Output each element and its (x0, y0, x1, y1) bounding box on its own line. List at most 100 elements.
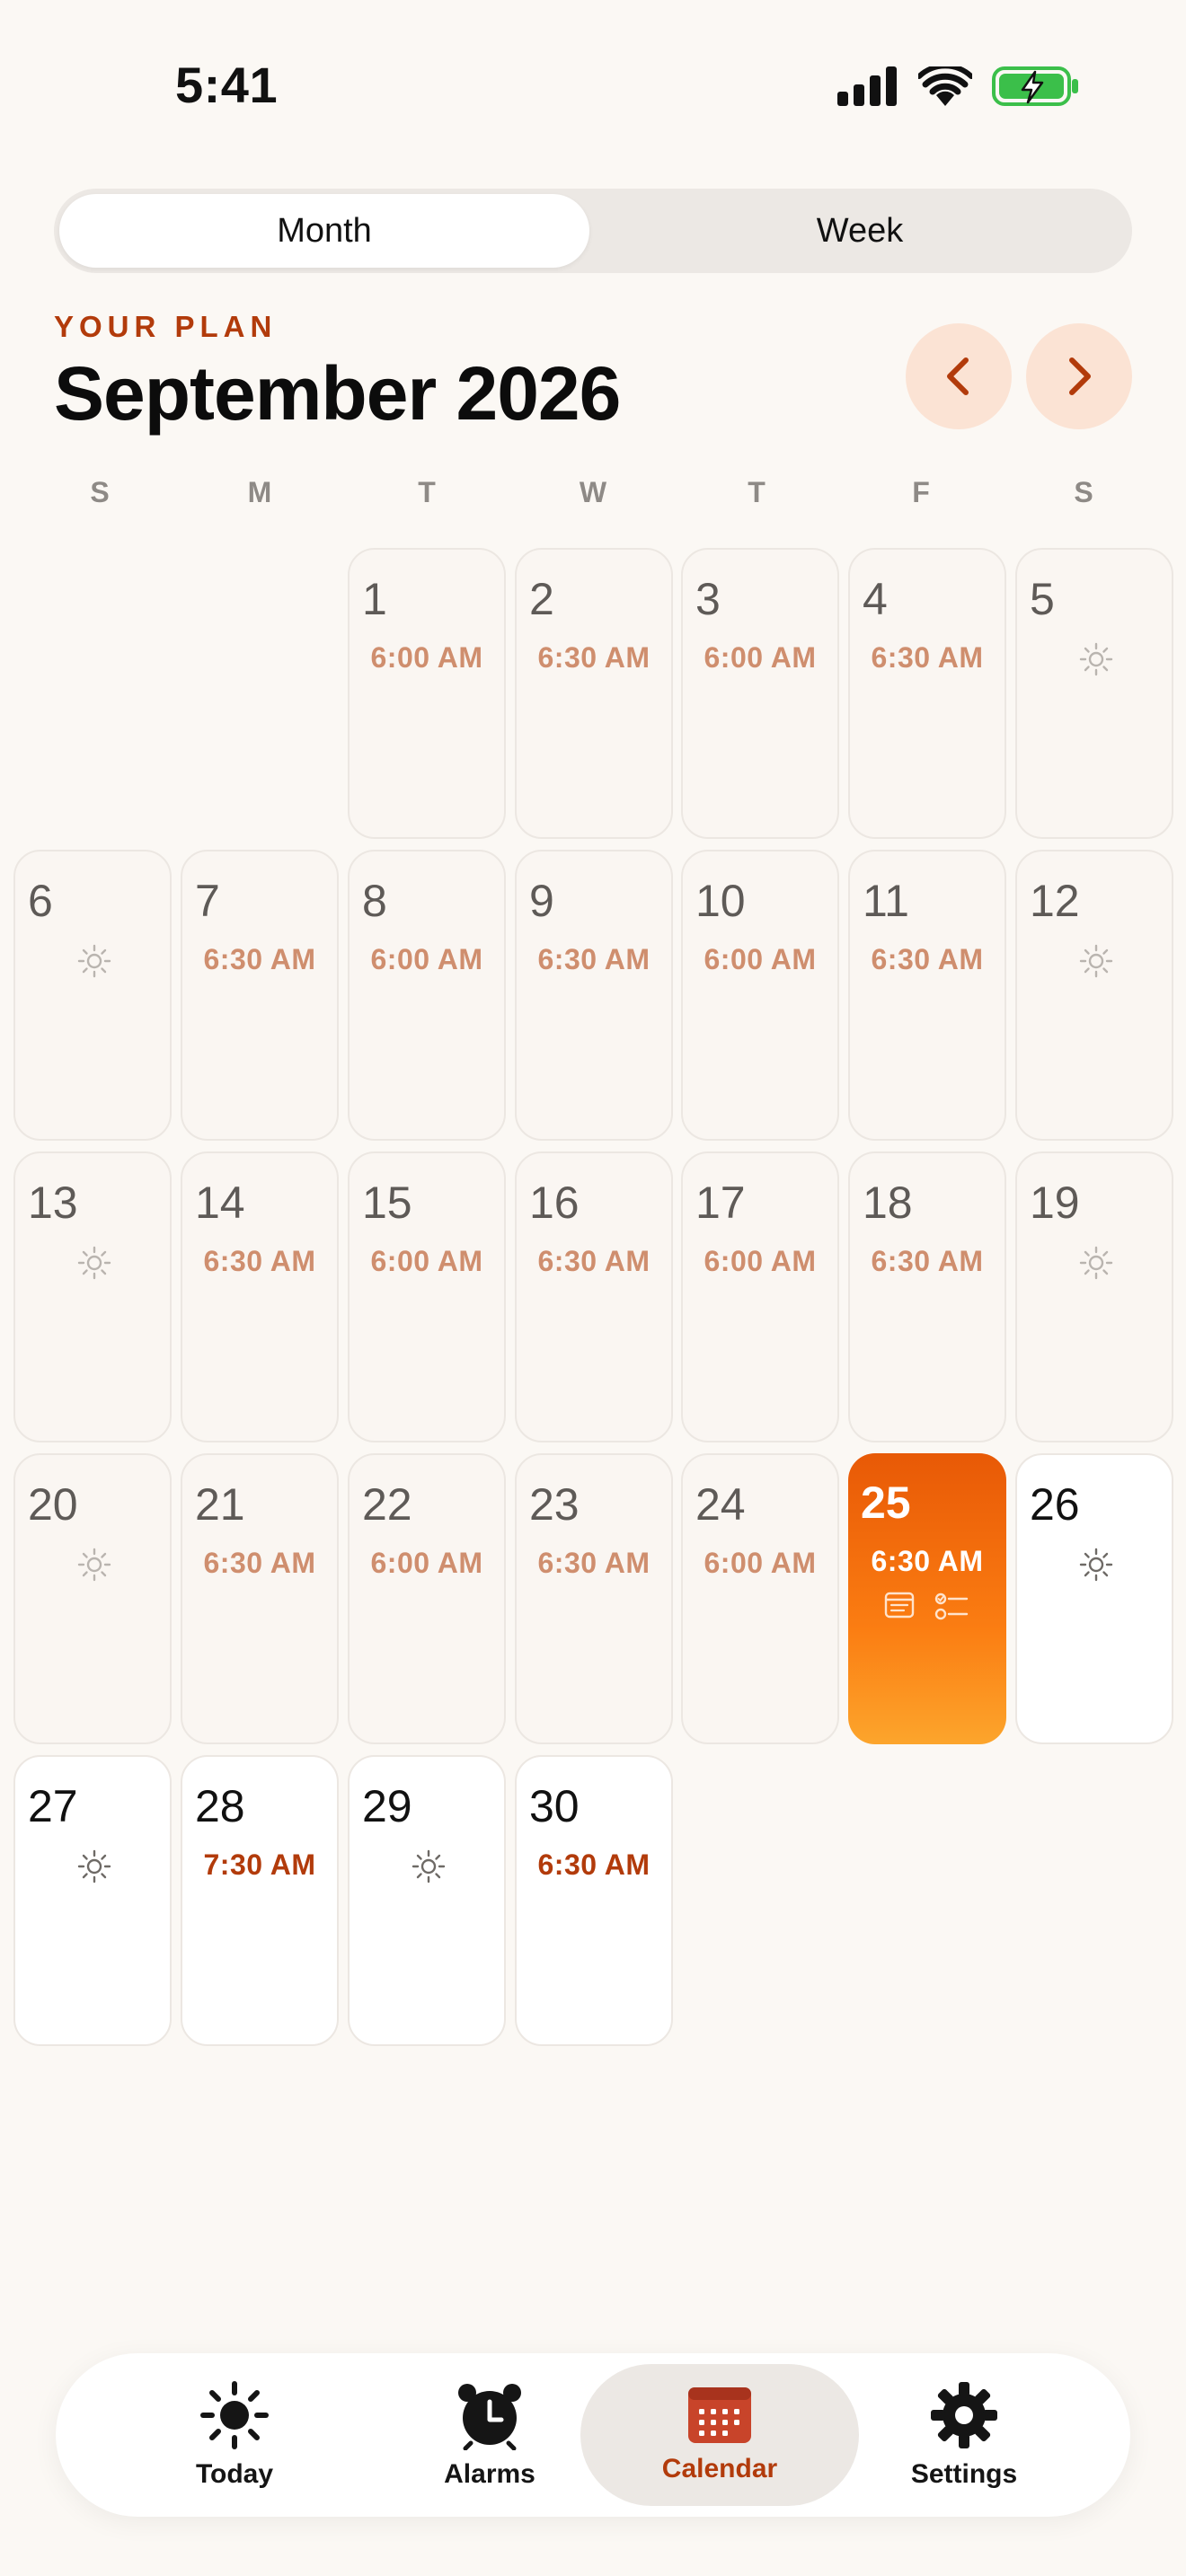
status-time: 5:41 (175, 57, 279, 113)
day-number: 21 (195, 1479, 245, 1530)
calendar-day[interactable]: 9 6:30 AM (515, 850, 673, 1141)
calendar-day[interactable]: 18 6:30 AM (848, 1151, 1006, 1442)
alarm-time: 6:00 AM (704, 641, 817, 674)
alarm-time: 6:30 AM (871, 1245, 984, 1277)
note-icon (884, 1592, 915, 1619)
tab-settings[interactable]: Settings (825, 2364, 1103, 2506)
calendar-day[interactable]: 3 6:00 AM (681, 548, 839, 839)
calendar-day[interactable]: 24 6:00 AM (681, 1453, 839, 1744)
plan-eyebrow: YOUR PLAN (54, 310, 278, 343)
calendar-day[interactable]: 14 6:30 AM (181, 1151, 339, 1442)
day-number: 12 (1030, 876, 1080, 926)
day-number: 2 (529, 574, 554, 624)
tab-label: Alarms (444, 2459, 535, 2489)
alarm-time: 7:30 AM (203, 1848, 316, 1881)
day-number: 28 (195, 1781, 245, 1831)
alarm-time: 6:00 AM (704, 943, 817, 975)
alarm-time: 6:30 AM (537, 943, 651, 975)
sun-icon (77, 1849, 111, 1883)
calendar-day[interactable]: 16 6:30 AM (515, 1151, 673, 1442)
day-number: 19 (1030, 1178, 1080, 1228)
weekday-label: S (90, 476, 110, 508)
calendar-day[interactable]: 15 6:00 AM (348, 1151, 506, 1442)
calendar-day[interactable]: 26 (1015, 1453, 1173, 1744)
day-number: 22 (362, 1479, 412, 1530)
calendar-day[interactable]: 23 6:30 AM (515, 1453, 673, 1744)
calendar-day[interactable]: 8 6:00 AM (348, 850, 506, 1141)
day-number: 14 (195, 1178, 245, 1228)
day-number: 1 (362, 574, 387, 624)
calendar-day[interactable]: 10 6:00 AM (681, 850, 839, 1141)
alarm-time: 6:30 AM (537, 1245, 651, 1277)
weekday-label: T (748, 476, 766, 508)
weekday-label: S (1074, 476, 1093, 508)
week-segment[interactable]: Week (595, 194, 1125, 268)
day-number: 23 (529, 1479, 580, 1530)
tab-calendar[interactable]: Calendar (580, 2364, 859, 2506)
sun-icon (412, 1849, 446, 1883)
day-number: 9 (529, 876, 554, 926)
day-number: 5 (1030, 574, 1055, 624)
calendar-day[interactable]: 7 6:30 AM (181, 850, 339, 1141)
alarm-time: 6:00 AM (370, 1245, 483, 1277)
calendar-day[interactable]: 2 6:30 AM (515, 548, 673, 839)
calendar-day[interactable]: 13 (13, 1151, 172, 1442)
alarm-time: 6:30 AM (203, 943, 316, 975)
calendar-day[interactable]: 21 6:30 AM (181, 1453, 339, 1744)
day-number: 6 (28, 876, 53, 926)
sun-icon (1079, 642, 1113, 676)
day-number: 20 (28, 1479, 78, 1530)
tab-label: Settings (910, 2459, 1018, 2489)
day-number: 16 (529, 1178, 580, 1228)
day-number: 25 (861, 1478, 911, 1528)
calendar-day[interactable]: 22 6:00 AM (348, 1453, 506, 1744)
alarm-time: 6:30 AM (871, 641, 984, 674)
alarm-time: 6:00 AM (704, 1547, 817, 1579)
calendar-day[interactable]: 30 6:30 AM (515, 1755, 673, 2046)
tab-today[interactable]: Today (95, 2364, 374, 2506)
alarm-time: 6:30 AM (537, 641, 651, 674)
day-number: 26 (1030, 1479, 1080, 1530)
calendar-day[interactable]: 6 (13, 850, 172, 1141)
day-number: 10 (695, 876, 746, 926)
chevron-right-icon (1069, 357, 1091, 395)
calendar-icon (688, 2387, 751, 2443)
calendar-day[interactable]: 1 6:00 AM (348, 548, 506, 839)
alarm-clock-icon (458, 2384, 521, 2450)
day-number: 11 (863, 876, 909, 926)
day-number: 3 (695, 574, 721, 624)
day-number: 15 (362, 1178, 412, 1228)
month-segment[interactable]: Month (59, 194, 589, 268)
alarm-time: 6:00 AM (370, 943, 483, 975)
alarm-time: 6:30 AM (537, 1547, 651, 1579)
calendar-day[interactable]: 12 (1015, 850, 1173, 1141)
calendar-day[interactable]: 17 6:00 AM (681, 1151, 839, 1442)
calendar-day[interactable]: 4 6:30 AM (848, 548, 1006, 839)
tab-bar: Today Alarms Calendar Settings (56, 2353, 1130, 2517)
tab-label: Calendar (661, 2454, 778, 2483)
day-number: 24 (695, 1479, 746, 1530)
alarm-time: 6:30 AM (203, 1245, 316, 1277)
calendar-day[interactable]: 19 (1015, 1151, 1173, 1442)
weekday-label: T (418, 476, 436, 508)
next-month-button[interactable] (1026, 323, 1132, 429)
calendar-day-today[interactable]: 25 6:30 AM (848, 1453, 1006, 1744)
weekday-label: M (247, 476, 272, 508)
day-number: 27 (28, 1781, 78, 1831)
day-number: 13 (28, 1178, 78, 1228)
calendar-day[interactable]: 27 (13, 1755, 172, 2046)
sun-icon (1079, 1548, 1113, 1582)
calendar-day[interactable]: 28 7:30 AM (181, 1755, 339, 2046)
checklist-icon (934, 1592, 969, 1620)
day-number: 29 (362, 1781, 412, 1831)
gear-icon (931, 2382, 997, 2448)
day-number: 17 (695, 1178, 746, 1228)
calendar-day[interactable]: 11 6:30 AM (848, 850, 1006, 1141)
calendar-day[interactable]: 29 (348, 1755, 506, 2046)
sun-icon (77, 1246, 111, 1280)
previous-month-button[interactable] (906, 323, 1012, 429)
calendar-day[interactable]: 20 (13, 1453, 172, 1744)
day-number: 30 (529, 1781, 580, 1831)
calendar-day[interactable]: 5 (1015, 548, 1173, 839)
day-number: 18 (863, 1178, 913, 1228)
